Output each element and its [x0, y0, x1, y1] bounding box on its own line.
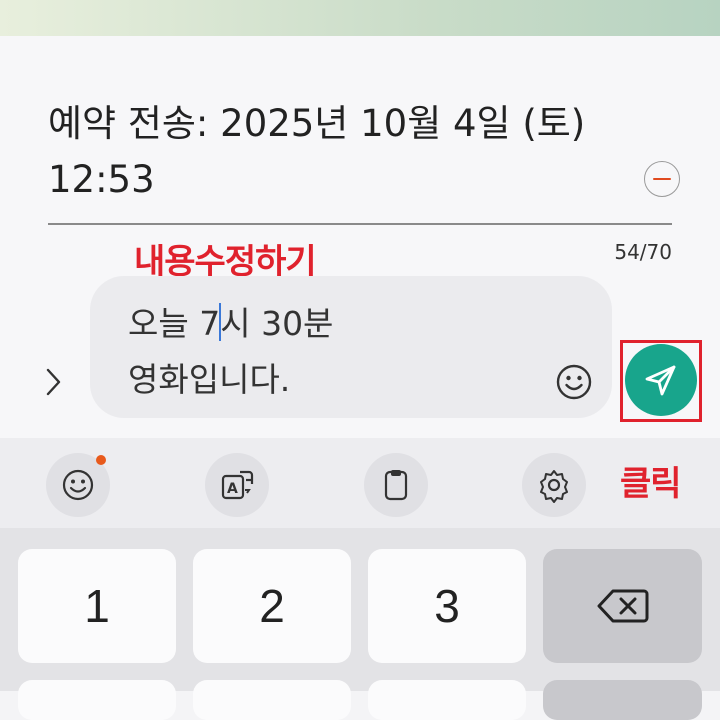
scheduled-send-info[interactable]: 예약 전송: 2025년 10월 4일 (토) 12:53 [48, 96, 618, 208]
scheduled-send-time: 12:53 [48, 158, 155, 201]
keyboard: 1 2 3 [0, 528, 720, 720]
translate-icon: A [221, 470, 254, 500]
backspace-icon [597, 589, 648, 623]
emoji-button[interactable] [554, 362, 594, 402]
keyboard-toolbar: A [0, 438, 720, 528]
clipboard-icon [384, 470, 408, 501]
character-counter: 54/70 [614, 240, 672, 264]
message-line-2: 영화입니다. [128, 360, 291, 399]
annotation-click: 클릭 [620, 464, 682, 504]
status-bar-background [0, 0, 720, 36]
key-row2-4[interactable] [543, 680, 702, 720]
svg-text:A: A [227, 481, 238, 497]
smiley-icon [556, 364, 592, 400]
message-text-before-caret: 오늘 7 [128, 304, 221, 343]
translate-toolbar-button[interactable]: A [205, 453, 269, 517]
backspace-key[interactable] [543, 549, 702, 663]
key-2[interactable]: 2 [193, 549, 351, 663]
send-button[interactable] [625, 344, 697, 416]
paper-plane-icon [645, 365, 676, 396]
chevron-right-icon [46, 368, 61, 396]
clipboard-toolbar-button[interactable] [364, 453, 428, 517]
message-line-1: 오늘 7시 30분 [128, 296, 548, 352]
settings-toolbar-button[interactable] [522, 453, 586, 517]
key-row2-2[interactable] [193, 680, 351, 720]
notification-dot [96, 455, 106, 465]
message-text-after-caret: 시 30분 [220, 304, 334, 343]
expand-button[interactable] [38, 362, 68, 402]
message-input[interactable]: 오늘 7시 30분 영화입니다. [90, 276, 612, 418]
divider [48, 223, 672, 225]
smiley-icon [62, 469, 94, 501]
key-1[interactable]: 1 [18, 549, 176, 663]
remove-schedule-button[interactable] [644, 161, 680, 197]
emoji-toolbar-button[interactable] [46, 453, 110, 517]
key-3[interactable]: 3 [368, 549, 526, 663]
key-row2-1[interactable] [18, 680, 176, 720]
gear-icon [540, 470, 568, 503]
scheduled-send-date: 예약 전송: 2025년 10월 4일 (토) [48, 102, 586, 145]
message-text[interactable]: 오늘 7시 30분 영화입니다. [128, 296, 548, 408]
minus-circle-icon [653, 177, 671, 181]
key-row2-3[interactable] [368, 680, 526, 720]
